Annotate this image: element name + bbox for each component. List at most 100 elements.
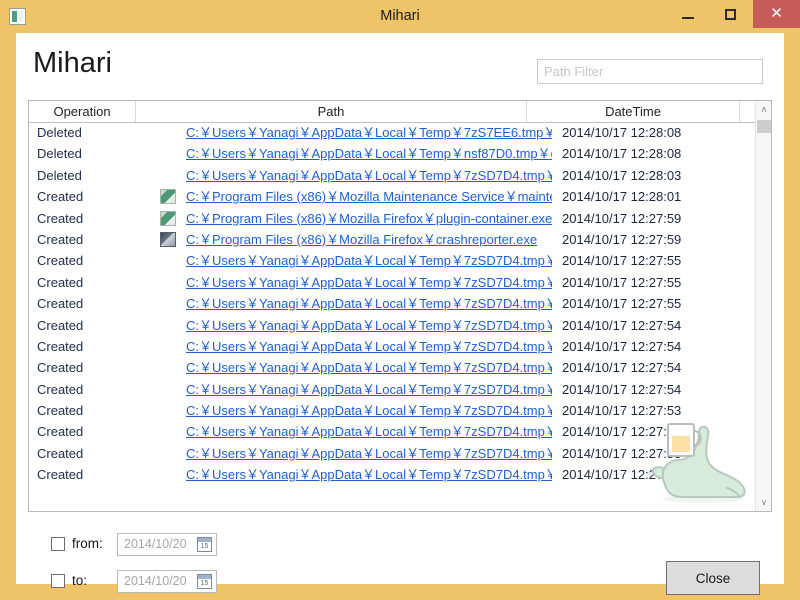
calendar-icon[interactable]: 15	[197, 574, 212, 589]
table-row[interactable]: Created C:￥Users￥Yanagi￥AppData￥Local￥Tem…	[29, 293, 755, 314]
title-bar: Mihari ✕	[0, 0, 800, 33]
file-type-icon	[160, 210, 176, 226]
table-row[interactable]: Created C:￥Users￥Yanagi￥AppData￥Local￥Tem…	[29, 315, 755, 336]
calendar-icon-day: 15	[200, 580, 209, 587]
table-row[interactable]: Deleted C:￥Users￥Yanagi￥AppData￥Local￥Tem…	[29, 165, 755, 186]
from-checkbox[interactable]	[51, 537, 65, 551]
cell-path-link[interactable]: C:￥Users￥Yanagi￥AppData￥Local￥Temp￥7zSD7…	[186, 379, 552, 400]
cell-path-link[interactable]: C:￥Users￥Yanagi￥AppData￥Local￥Temp￥7zSD7…	[186, 315, 552, 336]
cell-operation: Created	[37, 467, 84, 483]
cell-datetime: 2014/10/17 12:28:03	[562, 167, 682, 183]
path-filter-input[interactable]	[537, 59, 763, 84]
cell-operation: Created	[37, 317, 84, 333]
cell-datetime: 2014/10/17 12:27:54	[562, 360, 682, 376]
maximize-button[interactable]	[709, 0, 753, 28]
cell-operation: Created	[37, 274, 84, 290]
table-row[interactable]: Created C:￥Users￥Yanagi￥AppData￥Local￥Tem…	[29, 250, 755, 271]
table-row[interactable]: Created C:￥Users￥Yanagi￥AppData￥Local￥Tem…	[29, 443, 755, 464]
to-date-value: 2014/10/20	[124, 574, 187, 588]
cell-datetime: 2014/10/17 12:27:54	[562, 381, 682, 397]
close-icon: ✕	[770, 5, 783, 22]
cell-operation: Deleted	[37, 125, 82, 140]
cell-operation: Created	[37, 296, 84, 312]
cell-operation: Created	[37, 403, 84, 419]
cell-path-link[interactable]: C:￥Program Files (x86)￥Mozilla Firefox￥p…	[186, 208, 552, 229]
calendar-icon-day: 15	[200, 543, 209, 550]
cell-path-link[interactable]: C:￥Users￥Yanagi￥AppData￥Local￥Temp￥7zSD7…	[186, 400, 552, 421]
table-row[interactable]: Created C:￥Program Files (x86)￥Mozilla Fi…	[29, 208, 755, 229]
cell-datetime: 2014/10/17 12:27:53	[562, 403, 682, 419]
cell-path-link[interactable]: C:￥Program Files (x86)￥Mozilla Firefox￥c…	[186, 229, 552, 250]
to-label: to:	[72, 573, 88, 588]
calendar-icon[interactable]: 15	[197, 537, 212, 552]
table-row[interactable]: Created C:￥Users￥Yanagi￥AppData￥Local￥Tem…	[29, 421, 755, 442]
cell-operation: Created	[37, 424, 84, 440]
table-row[interactable]: Created C:￥Users￥Yanagi￥AppData￥Local￥Tem…	[29, 357, 755, 378]
minimize-icon	[682, 17, 694, 19]
maximize-icon	[725, 9, 736, 20]
table-row[interactable]: Created C:￥Users￥Yanagi￥AppData￥Local￥Tem…	[29, 464, 755, 485]
cell-datetime: 2014/10/17 12:27:53	[562, 445, 682, 461]
table-row[interactable]: Created C:￥Users￥Yanagi￥AppData￥Local￥Tem…	[29, 400, 755, 421]
table-row[interactable]: Deleted C:￥Users￥Yanagi￥AppData￥Local￥Tem…	[29, 143, 755, 164]
cell-path-link[interactable]: C:￥Users￥Yanagi￥AppData￥Local￥Temp￥7zSD7…	[186, 464, 552, 485]
to-checkbox[interactable]	[51, 574, 65, 588]
cell-datetime: 2014/10/17 12:28:01	[562, 189, 682, 205]
cell-operation: Created	[37, 231, 84, 247]
column-header-datetime[interactable]: DateTime	[527, 101, 740, 122]
table-row[interactable]: Deleted C:￥Users￥Yanagi￥AppData￥Local￥Tem…	[29, 122, 755, 143]
cell-datetime: 2014/10/17 12:27:59	[562, 210, 682, 226]
table-row[interactable]: Created C:￥Program Files (x86)￥Mozilla Fi…	[29, 229, 755, 250]
scroll-up-icon[interactable]: ∧	[756, 101, 771, 118]
minimize-button[interactable]	[666, 0, 710, 28]
scrollbar-thumb[interactable]	[757, 120, 771, 133]
table-row[interactable]: Created C:￥Users￥Yanagi￥AppData￥Local￥Tem…	[29, 272, 755, 293]
cell-path-link[interactable]: C:￥Users￥Yanagi￥AppData￥Local￥Temp￥7zSD7…	[186, 421, 552, 442]
file-type-icon	[160, 189, 176, 205]
application-window: Mihari ✕ Mihari Operation Path DateTime …	[0, 0, 800, 600]
client-area: Mihari Operation Path DateTime Deleted C:…	[16, 33, 784, 595]
cell-path-link[interactable]: C:￥Users￥Yanagi￥AppData￥Local￥Temp￥7zSD7…	[186, 293, 552, 314]
cell-path-link[interactable]: C:￥Users￥Yanagi￥AppData￥Local￥Temp￥7zSD7…	[186, 443, 552, 464]
file-type-icon	[160, 231, 176, 247]
cell-datetime: 2014/10/17 12:27:52	[562, 467, 682, 483]
cell-path-link[interactable]: C:￥Users￥Yanagi￥AppData￥Local￥Temp￥7zSD7…	[186, 165, 552, 186]
cell-path-link[interactable]: C:￥Users￥Yanagi￥AppData￥Local￥Temp￥7zS7E…	[186, 122, 552, 143]
from-date-value: 2014/10/20	[124, 537, 187, 551]
cell-path-link[interactable]: C:￥Users￥Yanagi￥AppData￥Local￥Temp￥7zSD7…	[186, 357, 552, 378]
window-close-button[interactable]: ✕	[753, 0, 800, 28]
grid-vertical-scrollbar[interactable]: ∧ ∨	[755, 101, 771, 511]
cell-operation: Created	[37, 360, 84, 376]
cell-path-link[interactable]: C:￥Program Files (x86)￥Mozilla Maintenan…	[186, 186, 552, 207]
from-label: from:	[72, 536, 103, 551]
cell-operation: Created	[37, 253, 84, 269]
cell-operation: Deleted	[37, 167, 82, 183]
table-row[interactable]: Created C:￥Users￥Yanagi￥AppData￥Local￥Tem…	[29, 336, 755, 357]
table-row[interactable]: Created C:￥Users￥Yanagi￥AppData￥Local￥Tem…	[29, 379, 755, 400]
cell-path-link[interactable]: C:￥Users￥Yanagi￥AppData￥Local￥Temp￥7zSD7…	[186, 250, 552, 271]
cell-datetime: 2014/10/17 12:27:54	[562, 317, 682, 333]
cell-operation: Deleted	[37, 146, 82, 162]
from-date-picker[interactable]: 2014/10/20 15	[117, 533, 217, 556]
to-date-picker[interactable]: 2014/10/20 15	[117, 570, 217, 593]
cell-datetime: 2014/10/17 12:27:55	[562, 274, 682, 290]
cell-datetime: 2014/10/17 12:27:55	[562, 253, 682, 269]
column-header-path[interactable]: Path	[136, 101, 527, 122]
cell-datetime: 2014/10/17 12:28:08	[562, 146, 682, 162]
cell-operation: Created	[37, 189, 84, 205]
close-button[interactable]: Close	[666, 561, 760, 595]
page-title: Mihari	[33, 47, 112, 79]
cell-datetime: 2014/10/17 12:27:54	[562, 338, 682, 354]
cell-operation: Created	[37, 445, 84, 461]
cell-datetime: 2014/10/17 12:27:53	[562, 424, 682, 440]
column-header-operation[interactable]: Operation	[29, 101, 136, 122]
cell-path-link[interactable]: C:￥Users￥Yanagi￥AppData￥Local￥Temp￥7zSD7…	[186, 272, 552, 293]
cell-path-link[interactable]: C:￥Users￥Yanagi￥AppData￥Local￥Temp￥nsf87…	[186, 143, 552, 164]
cell-datetime: 2014/10/17 12:28:08	[562, 125, 682, 140]
cell-operation: Created	[37, 381, 84, 397]
header-row: Mihari	[16, 33, 784, 97]
cell-datetime: 2014/10/17 12:27:55	[562, 296, 682, 312]
scroll-down-icon[interactable]: ∨	[756, 494, 771, 511]
table-row[interactable]: Created C:￥Program Files (x86)￥Mozilla Ma…	[29, 186, 755, 207]
cell-path-link[interactable]: C:￥Users￥Yanagi￥AppData￥Local￥Temp￥7zSD7…	[186, 336, 552, 357]
